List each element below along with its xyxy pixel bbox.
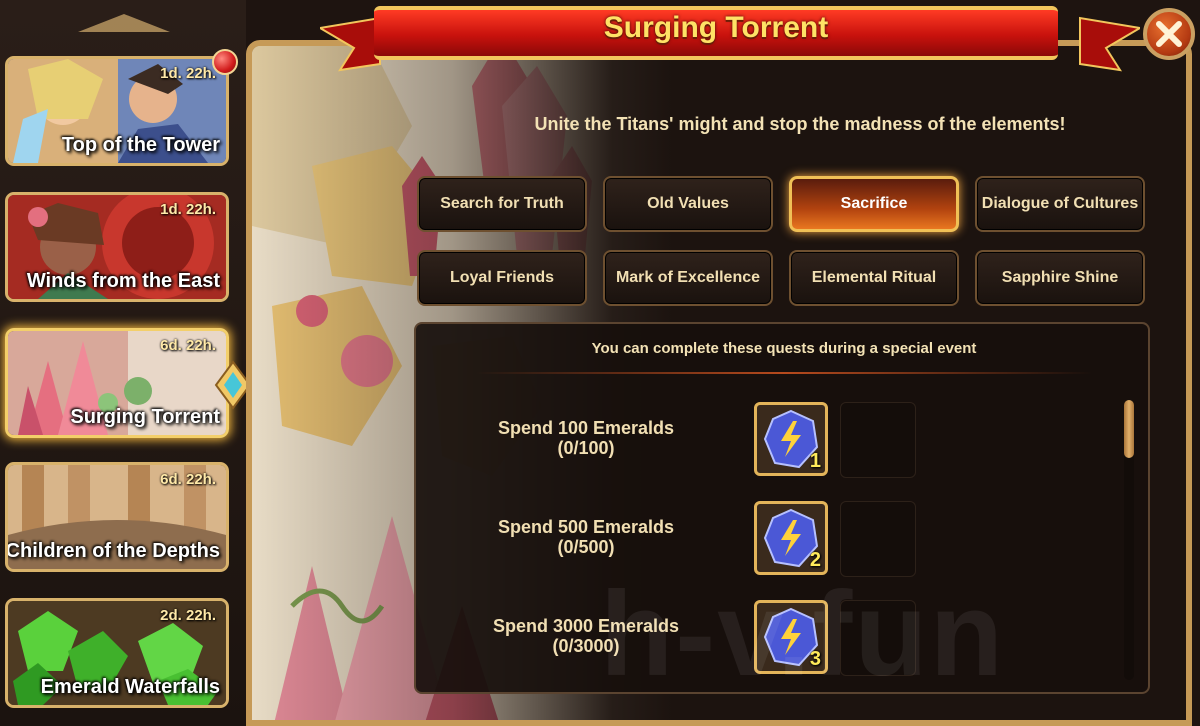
sidebar-item-top-of-the-tower[interactable]: 1d. 22h. Top of the Tower [5, 56, 229, 166]
scrollbar-thumb[interactable] [1124, 400, 1134, 458]
quest-title: Spend 500 Emeralds [497, 517, 675, 537]
tab-dialogue-of-cultures[interactable]: Dialogue of Cultures [975, 176, 1145, 232]
quest-row: Spend 100 Emeralds (0/100) 1 [416, 400, 1116, 480]
event-title: Top of the Tower [61, 134, 220, 156]
sidebar-item-emerald-waterfalls[interactable]: 2d. 22h. Emerald Waterfalls [5, 598, 229, 708]
empty-reward-slot [840, 402, 916, 478]
quest-list-header: You can complete these quests during a s… [591, 340, 977, 357]
quest-title: Spend 100 Emeralds [497, 418, 675, 438]
event-title: Children of the Depths [5, 540, 220, 562]
event-timer: 6d. 22h. [160, 337, 216, 354]
reward-quantity: 1 [809, 450, 821, 472]
event-title: Winds from the East [26, 270, 220, 292]
notification-badge-icon [212, 49, 238, 75]
event-timer: 1d. 22h. [160, 201, 216, 218]
quest-scrollbar[interactable] [1124, 400, 1134, 680]
close-button[interactable] [1143, 8, 1195, 60]
quest-progress: (0/100) [557, 438, 615, 458]
sidebar-item-children-of-the-depths[interactable]: 6d. 22h. Children of the Depths [5, 462, 229, 572]
event-sidebar: 1d. 22h. Top of the Tower 1d. 22h. Winds… [0, 0, 252, 726]
event-title: Surging Torrent [70, 406, 220, 428]
reward-slot[interactable]: 2 [754, 501, 828, 575]
tab-old-values[interactable]: Old Values [603, 176, 773, 232]
event-timer: 6d. 22h. [160, 471, 216, 488]
window-title: Surging Torrent [603, 11, 829, 44]
title-ribbon: Surging Torrent [320, 0, 1140, 80]
event-title: Emerald Waterfalls [40, 676, 220, 698]
close-icon [1156, 21, 1182, 47]
scroll-up-arrow-icon[interactable] [78, 14, 170, 32]
sidebar-item-surging-torrent[interactable]: 6d. 22h. Surging Torrent [5, 328, 229, 438]
reward-slot[interactable]: 1 [754, 402, 828, 476]
quest-name: Spend 500 Emeralds (0/500) [456, 517, 716, 557]
header-divider [476, 372, 1092, 374]
tab-mark-of-excellence[interactable]: Mark of Excellence [603, 250, 773, 306]
sidebar-item-winds-from-the-east[interactable]: 1d. 22h. Winds from the East [5, 192, 229, 302]
tab-sacrifice[interactable]: Sacrifice [789, 176, 959, 232]
event-timer: 1d. 22h. [160, 65, 216, 82]
quest-progress: (0/500) [557, 537, 615, 557]
watermark-text: h-v.fun [600, 567, 1005, 701]
tab-search-for-truth[interactable]: Search for Truth [417, 176, 587, 232]
tab-sapphire-shine[interactable]: Sapphire Shine [975, 250, 1145, 306]
event-subtitle: Unite the Titans' might and stop the mad… [534, 114, 1066, 134]
event-timer: 2d. 22h. [160, 607, 216, 624]
quest-name: Spend 100 Emeralds (0/100) [456, 418, 716, 458]
tab-loyal-friends[interactable]: Loyal Friends [417, 250, 587, 306]
tab-elemental-ritual[interactable]: Elemental Ritual [789, 250, 959, 306]
